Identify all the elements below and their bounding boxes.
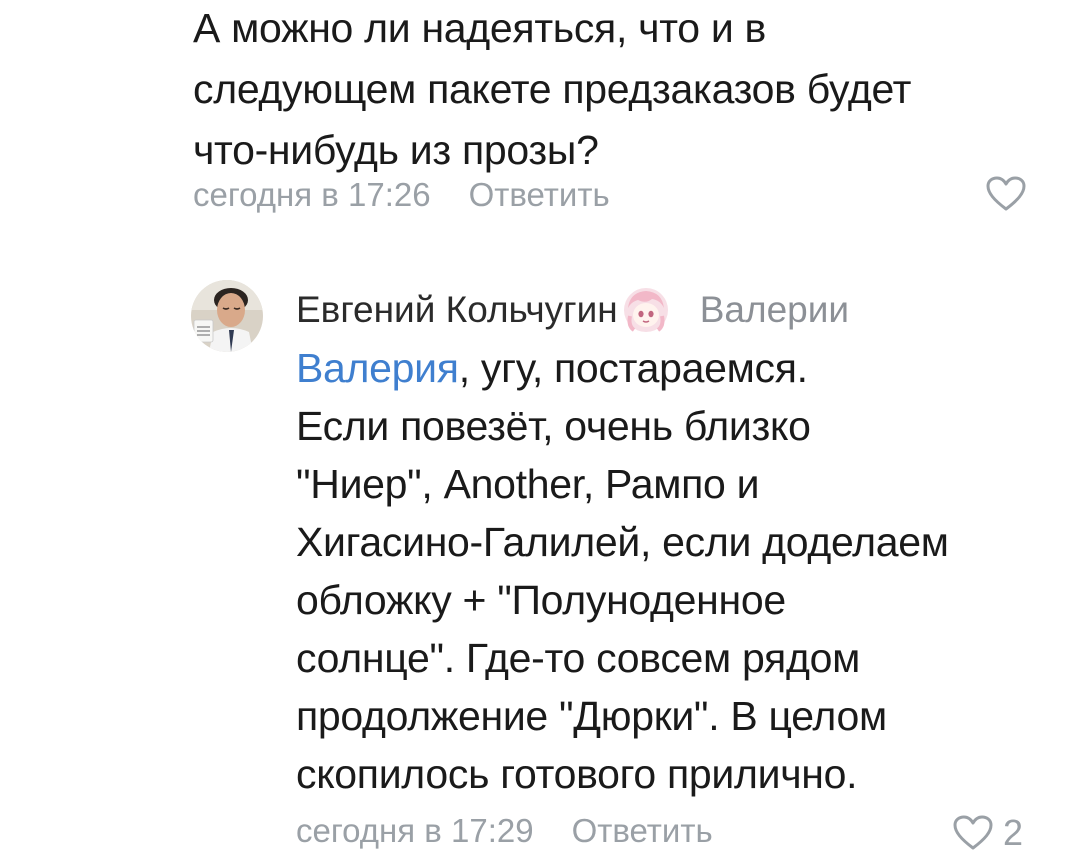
comments-thread: А можно ли надеяться, что и в следующем … xyxy=(0,0,1080,865)
heart-outline-icon xyxy=(953,815,993,850)
comment-line: Валерия, угу, постараемся. xyxy=(296,339,1056,397)
comment-line: солнце". Где-то совсем рядом xyxy=(296,635,860,681)
comment-line: следующем пакете предзаказов будет xyxy=(193,66,912,112)
anime-avatar-badge-icon xyxy=(623,288,668,332)
comment-meta: сегодня в 17:26 Ответить xyxy=(193,176,610,214)
comment-text: Валерия, угу, постараемся. Если повезёт,… xyxy=(296,339,1056,803)
avatar-image xyxy=(191,280,263,352)
comment-line: А можно ли надеяться, что и в xyxy=(193,5,766,51)
reply-button[interactable]: Ответить xyxy=(572,812,713,850)
comment-line: "Ниер", Another, Рампо и xyxy=(296,461,760,507)
like-button[interactable] xyxy=(986,176,1026,212)
reply-to-label[interactable]: Валерии xyxy=(700,289,849,331)
heart-outline-icon xyxy=(986,176,1026,211)
comment-line: обложку + "Полуноденное xyxy=(296,577,786,623)
comment-line-rest: , угу, постараемся. xyxy=(458,345,808,391)
comment-text: А можно ли надеяться, что и в следующем … xyxy=(193,0,1033,181)
comment-line: скопилось готового прилично. xyxy=(296,751,858,797)
comment-line: продолжение "Дюрки". В целом xyxy=(296,693,887,739)
author-name[interactable]: Евгений Кольчугин xyxy=(296,289,618,331)
comment-meta: сегодня в 17:29 Ответить xyxy=(296,812,713,850)
comment-time: сегодня в 17:29 xyxy=(296,812,534,849)
comment-line: Если повезёт, очень близко xyxy=(296,403,811,449)
mention-link[interactable]: Валерия xyxy=(296,345,459,391)
comment-author-line: Евгений Кольчугин Валерии xyxy=(296,284,849,336)
like-button[interactable]: 2 xyxy=(953,812,1023,854)
avatar[interactable] xyxy=(191,280,263,352)
comment-line: Хигасино-Галилей, если доделаем xyxy=(296,519,949,565)
comment-line: что-нибудь из прозы? xyxy=(193,127,599,173)
reply-button[interactable]: Ответить xyxy=(469,176,610,214)
comment-time: сегодня в 17:26 xyxy=(193,176,431,213)
like-count: 2 xyxy=(1003,812,1024,853)
